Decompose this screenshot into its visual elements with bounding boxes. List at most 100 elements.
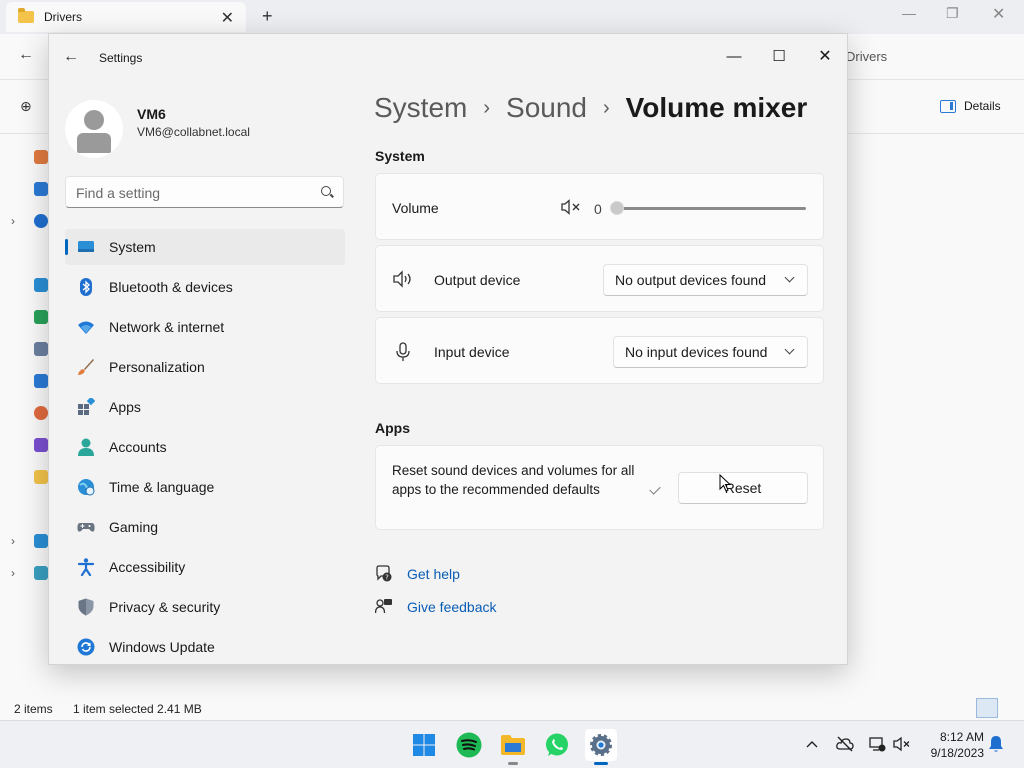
get-help-link[interactable]: Get help [407, 566, 460, 582]
search-input[interactable] [76, 183, 306, 203]
explorer-restore-icon[interactable]: ❐ [946, 5, 959, 22]
cloud-offline-icon[interactable] [836, 736, 854, 752]
chevron-up-icon[interactable] [806, 739, 818, 749]
globe-clock-icon [78, 479, 95, 496]
start-button[interactable] [408, 729, 440, 761]
taskbar-spotify[interactable] [453, 729, 485, 761]
explorer-tab[interactable]: Drivers ✕ [6, 2, 246, 32]
expand-chevron-icon[interactable]: › [11, 566, 15, 580]
details-pane-icon [940, 99, 956, 113]
nav-item-privacy-security[interactable]: Privacy & security [65, 589, 345, 625]
output-device-dropdown[interactable]: No output devices found [603, 264, 808, 296]
nav-item-personalization[interactable]: Personalization [65, 349, 345, 385]
speaker-muted-icon[interactable] [561, 199, 581, 215]
clock-time: 8:12 AM [939, 730, 984, 744]
reset-button[interactable]: Reset [678, 472, 808, 504]
minimize-icon[interactable]: — [716, 42, 752, 70]
windows-logo-icon [413, 734, 435, 756]
nav-item-windows-update[interactable]: Windows Update [65, 629, 345, 664]
taskbar-whatsapp[interactable] [541, 729, 573, 761]
nav-item-bluetooth[interactable]: Bluetooth & devices [65, 269, 345, 305]
person-icon [78, 438, 94, 456]
close-icon[interactable]: ✕ [807, 42, 843, 70]
this-pc-icon[interactable] [34, 534, 48, 548]
nav-item-system[interactable]: System [65, 229, 345, 265]
documents-icon[interactable] [34, 342, 48, 356]
give-feedback-link[interactable]: Give feedback [407, 599, 497, 615]
user-profile[interactable]: VM6 VM6@collabnet.local [65, 100, 345, 158]
nav-item-accessibility[interactable]: Accessibility [65, 549, 345, 585]
home-icon[interactable] [34, 150, 48, 164]
search-box[interactable] [65, 176, 344, 208]
spotify-icon [456, 732, 482, 758]
settings-window: ← Settings — ☐ ✕ VM6 VM6@collabnet.local… [48, 33, 848, 665]
wifi-icon [78, 321, 94, 334]
gallery-icon[interactable] [34, 182, 48, 196]
taskbar-file-explorer[interactable] [497, 729, 529, 765]
volume-muted-icon[interactable] [893, 736, 911, 752]
nav-item-label: Accessibility [109, 559, 186, 575]
nav-item-label: Bluetooth & devices [109, 279, 233, 295]
nav-item-label: Accounts [109, 439, 167, 455]
folder-icon [501, 735, 525, 755]
close-tab-icon[interactable]: ✕ [221, 8, 234, 28]
breadcrumb-separator: › [603, 96, 610, 119]
music-icon[interactable] [34, 406, 48, 420]
nav-item-time-language[interactable]: Time & language [65, 469, 345, 505]
microphone-icon [396, 342, 410, 361]
volume-slider-thumb[interactable] [610, 201, 624, 215]
nav-item-gaming[interactable]: Gaming [65, 509, 345, 545]
volume-slider[interactable] [610, 198, 808, 218]
network-icon[interactable] [34, 566, 48, 580]
new-item-icon[interactable]: ⊕ [20, 98, 32, 115]
nav-item-accounts[interactable]: Accounts [65, 429, 345, 465]
clock[interactable]: 8:12 AM 9/18/2023 [922, 729, 984, 761]
taskbar-settings[interactable] [585, 729, 617, 765]
input-device-label: Input device [434, 344, 510, 360]
explorer-minimize-icon[interactable]: — [902, 5, 916, 21]
explorer-address-text[interactable]: Drivers [846, 49, 887, 64]
nav-item-label: Time & language [109, 479, 215, 495]
input-device-dropdown[interactable]: No input devices found [613, 336, 808, 368]
view-toggle-group [976, 698, 1024, 718]
onedrive-icon[interactable] [34, 214, 48, 228]
svg-text:?: ? [385, 574, 389, 582]
running-indicator [508, 762, 518, 765]
explorer-back-icon[interactable]: ← [18, 46, 34, 64]
downloads-icon[interactable] [34, 310, 48, 324]
user-name: VM6 [137, 106, 166, 122]
speaker-icon [393, 270, 411, 288]
nav-item-apps[interactable]: Apps [65, 389, 345, 425]
folder-icon[interactable] [34, 470, 48, 484]
user-email: VM6@collabnet.local [137, 125, 250, 139]
apps-icon [78, 398, 95, 415]
details-view-icon[interactable] [976, 698, 998, 718]
new-tab-icon[interactable]: + [262, 6, 273, 27]
tiles-view-icon[interactable] [1004, 698, 1024, 718]
details-button[interactable]: Details [940, 99, 1001, 113]
desktop-icon[interactable] [34, 278, 48, 292]
breadcrumb: System › Sound › Volume mixer [374, 92, 807, 124]
network-offline-icon[interactable] [868, 736, 886, 752]
input-device-value: No input devices found [625, 344, 768, 360]
maximize-icon[interactable]: ☐ [761, 42, 797, 70]
nav-item-label: Gaming [109, 519, 159, 535]
bluetooth-icon [80, 278, 92, 296]
volume-card: Volume 0 [375, 173, 824, 240]
apps-section-heading: Apps [375, 420, 410, 436]
explorer-close-icon[interactable]: ✕ [992, 4, 1005, 24]
chevron-down-icon [784, 344, 795, 355]
videos-icon[interactable] [34, 438, 48, 452]
nav-item-network[interactable]: Network & internet [65, 309, 345, 345]
pictures-icon[interactable] [34, 374, 48, 388]
expand-chevron-icon[interactable]: › [11, 214, 15, 228]
breadcrumb-separator: › [483, 96, 491, 119]
breadcrumb-system[interactable]: System [374, 92, 467, 124]
nav-item-label: Privacy & security [109, 599, 221, 615]
back-arrow-icon[interactable]: ← [63, 48, 79, 66]
gamepad-icon [77, 523, 95, 532]
breadcrumb-sound[interactable]: Sound [506, 92, 587, 124]
notification-bell-icon[interactable] [988, 735, 1004, 753]
details-label: Details [964, 99, 1001, 113]
expand-chevron-icon[interactable]: › [11, 534, 15, 548]
